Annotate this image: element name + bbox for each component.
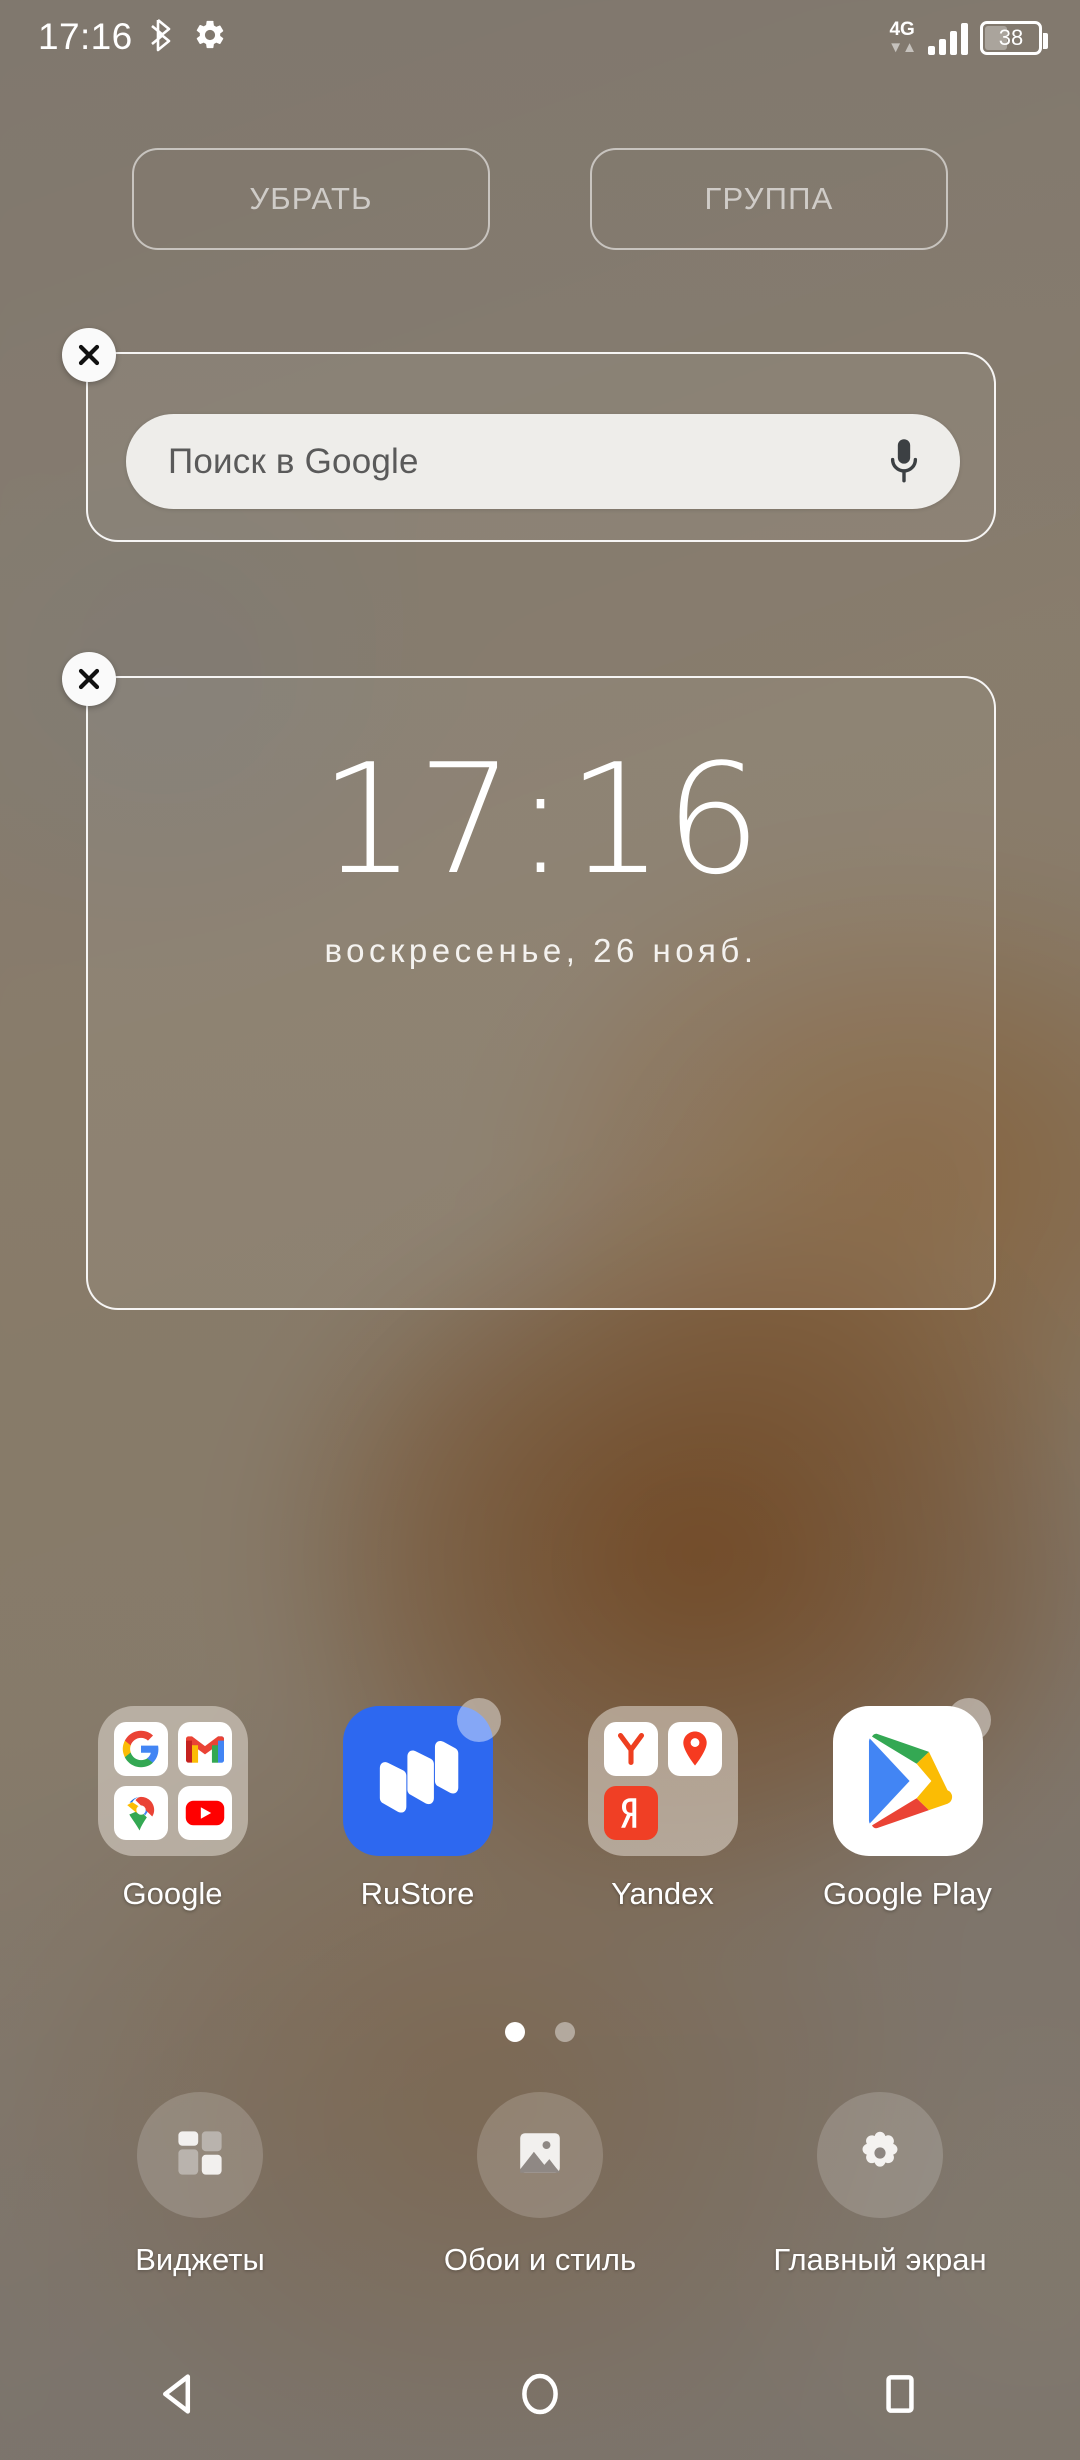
app-label: Google Play [823, 1876, 992, 1911]
home-screen-edit-mode: 17:16 4G ▼▲ 38 УБРАТЬ ГРУППА Поиск в Goo… [0, 0, 1080, 2460]
clock-time: 17:16 [319, 731, 763, 908]
bluetooth-icon [150, 18, 176, 57]
app-badge [946, 1698, 991, 1742]
app-label: RuStore [360, 1876, 475, 1911]
home-circle-icon [514, 2368, 566, 2425]
app-folder-google[interactable]: Google [50, 1706, 295, 1912]
home-button[interactable] [360, 2332, 720, 2460]
folder-preview-google[interactable] [97, 1706, 248, 1856]
data-activity-arrows-icon: ▼▲ [888, 38, 917, 56]
home-settings-circle[interactable] [817, 2092, 943, 2218]
widgets-circle[interactable] [137, 2092, 263, 2218]
status-bar-right: 4G ▼▲ 38 [888, 18, 1048, 56]
app-google-play[interactable]: Google Play [785, 1698, 1030, 1912]
app-label: Google [122, 1876, 223, 1911]
home-settings-button[interactable]: Главный экран [710, 2092, 1050, 2278]
google-g-icon [113, 1722, 168, 1776]
widget-edit-toolbar: УБРАТЬ ГРУППА [0, 148, 1080, 250]
close-icon[interactable] [62, 652, 116, 706]
search-input[interactable]: Поиск в Google [126, 414, 960, 509]
youtube-icon [177, 1786, 232, 1840]
recents-button[interactable] [720, 2332, 1080, 2460]
app-dock-row: Google RuStore Yandex Google Play [0, 1698, 1080, 1912]
folder-empty-slot [668, 1786, 722, 1840]
app-icon-wrap[interactable] [587, 1706, 738, 1856]
folder-preview-yandex[interactable] [587, 1706, 738, 1856]
app-folder-yandex[interactable]: Yandex [540, 1706, 785, 1912]
page-indicator[interactable] [0, 2022, 1080, 2042]
close-icon[interactable] [62, 328, 116, 382]
home-settings-bar: Виджеты Обои и стиль Главный экран [0, 2092, 1080, 2278]
search-placeholder: Поиск в Google [168, 441, 419, 481]
clock-widget[interactable]: 17:16 воскресенье, 26 нояб. [62, 652, 996, 1310]
gear-icon [193, 18, 227, 57]
clock-date: воскресенье, 26 нояб. [324, 932, 758, 969]
gmail-icon [177, 1722, 232, 1776]
app-badge [456, 1698, 501, 1742]
network-type-indicator: 4G ▼▲ [888, 18, 917, 56]
app-icon-wrap[interactable] [832, 1698, 991, 1856]
widgets-button[interactable]: Виджеты [30, 2092, 370, 2278]
battery-fill [985, 25, 1008, 50]
yandex-maps-icon [667, 1722, 722, 1776]
app-label: Yandex [611, 1876, 714, 1911]
google-maps-icon [113, 1786, 168, 1840]
app-icon-wrap[interactable] [342, 1698, 501, 1856]
widgets-grid-icon [173, 2126, 227, 2185]
status-bar: 17:16 4G ▼▲ 38 [0, 0, 1080, 74]
battery-icon: 38 [980, 20, 1048, 55]
home-settings-flower-icon [853, 2126, 907, 2185]
back-triangle-icon [154, 2368, 206, 2425]
app-icon-wrap[interactable] [97, 1706, 248, 1856]
microphone-icon[interactable] [884, 436, 924, 488]
google-search-widget[interactable]: Поиск в Google [62, 328, 996, 542]
page-dot-2[interactable] [555, 2022, 575, 2042]
bottom-action-label: Виджеты [135, 2242, 265, 2277]
status-bar-left: 17:16 [38, 16, 227, 58]
status-bar-clock: 17:16 [38, 16, 133, 57]
remove-button[interactable]: УБРАТЬ [132, 148, 490, 250]
signal-bars-icon [928, 22, 968, 55]
app-rustore[interactable]: RuStore [295, 1698, 540, 1912]
group-button[interactable]: ГРУППА [590, 148, 948, 250]
wallpaper-image-icon [513, 2126, 567, 2185]
back-button[interactable] [0, 2332, 360, 2460]
recents-square-icon [874, 2368, 926, 2425]
yandex-browser-icon [603, 1722, 658, 1776]
page-dot-1[interactable] [505, 2022, 525, 2042]
bottom-action-label: Обои и стиль [443, 2242, 637, 2277]
navigation-bar [0, 2332, 1080, 2460]
wallpaper-style-button[interactable]: Обои и стиль [370, 2092, 710, 2278]
wallpaper-circle[interactable] [477, 2092, 603, 2218]
yandex-ya-icon [603, 1786, 658, 1840]
bottom-action-label: Главный экран [773, 2242, 987, 2277]
